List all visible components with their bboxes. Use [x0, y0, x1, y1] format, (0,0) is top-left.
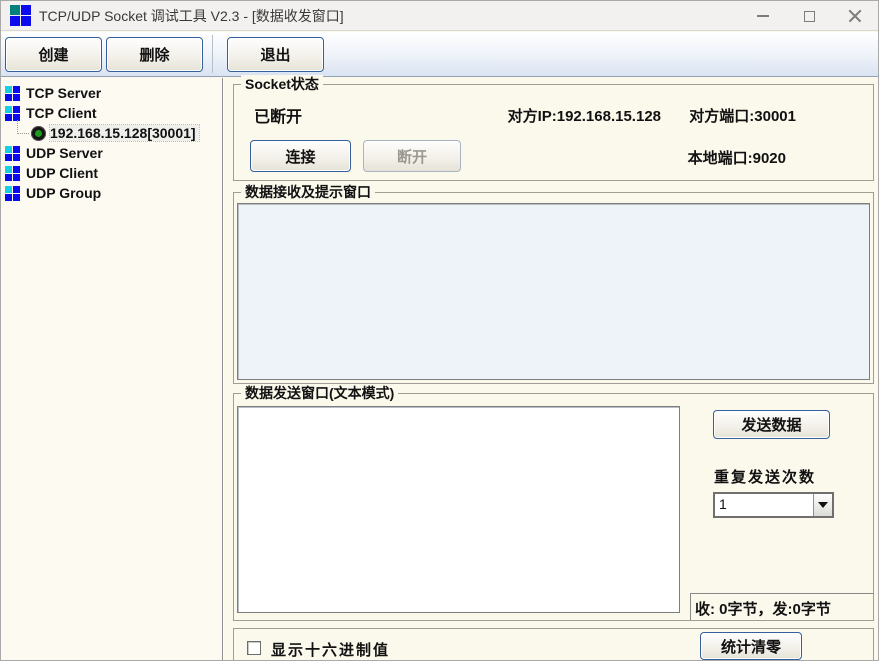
local-port-label: 本地端口:9020 — [688, 147, 786, 168]
socket-type-icon — [5, 146, 20, 161]
tree-item-tcp-server[interactable]: TCP Server — [1, 83, 222, 103]
disconnect-button[interactable]: 断开 — [363, 140, 461, 172]
receive-textarea[interactable] — [237, 203, 870, 380]
minimize-icon — [757, 15, 769, 17]
socket-status-group: Socket状态 已断开 对方IP:192.168.15.128 对方端口:30… — [233, 84, 874, 181]
connection-state-label: 已断开 — [254, 103, 302, 127]
connect-button[interactable]: 连接 — [250, 140, 351, 172]
repeat-count-value: 1 — [719, 496, 727, 512]
window-title: TCP/UDP Socket 调试工具 V2.3 - [数据收发窗口] — [39, 6, 344, 26]
maximize-icon — [804, 11, 815, 22]
tree-item-udp-group[interactable]: UDP Group — [1, 183, 222, 203]
repeat-count-select[interactable]: 1 — [713, 492, 834, 518]
hex-display-label: 显示十六进制值 — [271, 639, 390, 660]
toolbar-separator — [212, 35, 213, 73]
tree-item-label: TCP Client — [26, 105, 97, 121]
send-textarea[interactable] — [237, 406, 680, 613]
socket-status-group-title: Socket状态 — [241, 75, 323, 93]
peer-ip-label: 对方IP:192.168.15.128 — [508, 105, 661, 126]
tree-item-udp-server[interactable]: UDP Server — [1, 143, 222, 163]
socket-type-icon — [5, 166, 20, 181]
socket-type-icon — [5, 106, 20, 121]
send-group-title: 数据发送窗口(文本模式) — [241, 384, 398, 402]
tree-item-label: TCP Server — [26, 85, 101, 101]
tree-item-tcp-client-connection[interactable]: 192.168.15.128[30001] — [1, 123, 222, 143]
delete-button[interactable]: 删除 — [106, 37, 203, 72]
minimize-button[interactable] — [740, 1, 786, 31]
app-icon — [10, 5, 31, 26]
tree-connector — [17, 120, 29, 134]
socket-type-icon — [5, 186, 20, 201]
socket-tree: TCP Server TCP Client 192.168.15.128[300… — [1, 78, 223, 661]
bottom-options-group: 显示十六进制值 统计清零 — [233, 628, 874, 661]
tree-item-label: UDP Group — [26, 185, 101, 201]
receive-group-title: 数据接收及提示窗口 — [241, 183, 375, 201]
tree-item-label: 192.168.15.128[30001] — [50, 125, 199, 141]
connection-status-icon — [31, 126, 46, 141]
title-bar: TCP/UDP Socket 调试工具 V2.3 - [数据收发窗口] — [1, 1, 878, 31]
main-panel: Socket状态 已断开 对方IP:192.168.15.128 对方端口:30… — [226, 78, 878, 660]
create-button[interactable]: 创建 — [5, 37, 102, 72]
tree-item-udp-client[interactable]: UDP Client — [1, 163, 222, 183]
send-group: 数据发送窗口(文本模式) 发送数据 重复发送次数 1 收: 0字节，发:0字节 — [233, 393, 874, 621]
send-data-button[interactable]: 发送数据 — [713, 410, 830, 439]
repeat-count-label: 重复发送次数 — [714, 466, 816, 487]
byte-stats-label: 收: 0字节，发:0字节 — [690, 593, 873, 620]
tree-item-tcp-client[interactable]: TCP Client — [1, 103, 222, 123]
maximize-button[interactable] — [786, 1, 832, 31]
window-controls — [740, 1, 878, 31]
socket-type-icon — [5, 86, 20, 101]
close-button[interactable] — [832, 1, 878, 31]
close-icon — [848, 9, 862, 23]
dropdown-button[interactable] — [813, 494, 832, 516]
exit-button[interactable]: 退出 — [227, 37, 324, 72]
peer-port-label: 对方端口:30001 — [689, 105, 796, 126]
receive-group: 数据接收及提示窗口 — [233, 192, 874, 384]
tree-item-label: UDP Server — [26, 145, 103, 161]
app-window: TCP/UDP Socket 调试工具 V2.3 - [数据收发窗口] 创建 删… — [0, 0, 879, 661]
clear-stats-button[interactable]: 统计清零 — [700, 632, 802, 660]
chevron-down-icon — [818, 502, 828, 508]
toolbar: 创建 删除 退出 — [1, 32, 878, 77]
hex-display-checkbox[interactable] — [247, 641, 261, 655]
tree-item-label: UDP Client — [26, 165, 98, 181]
